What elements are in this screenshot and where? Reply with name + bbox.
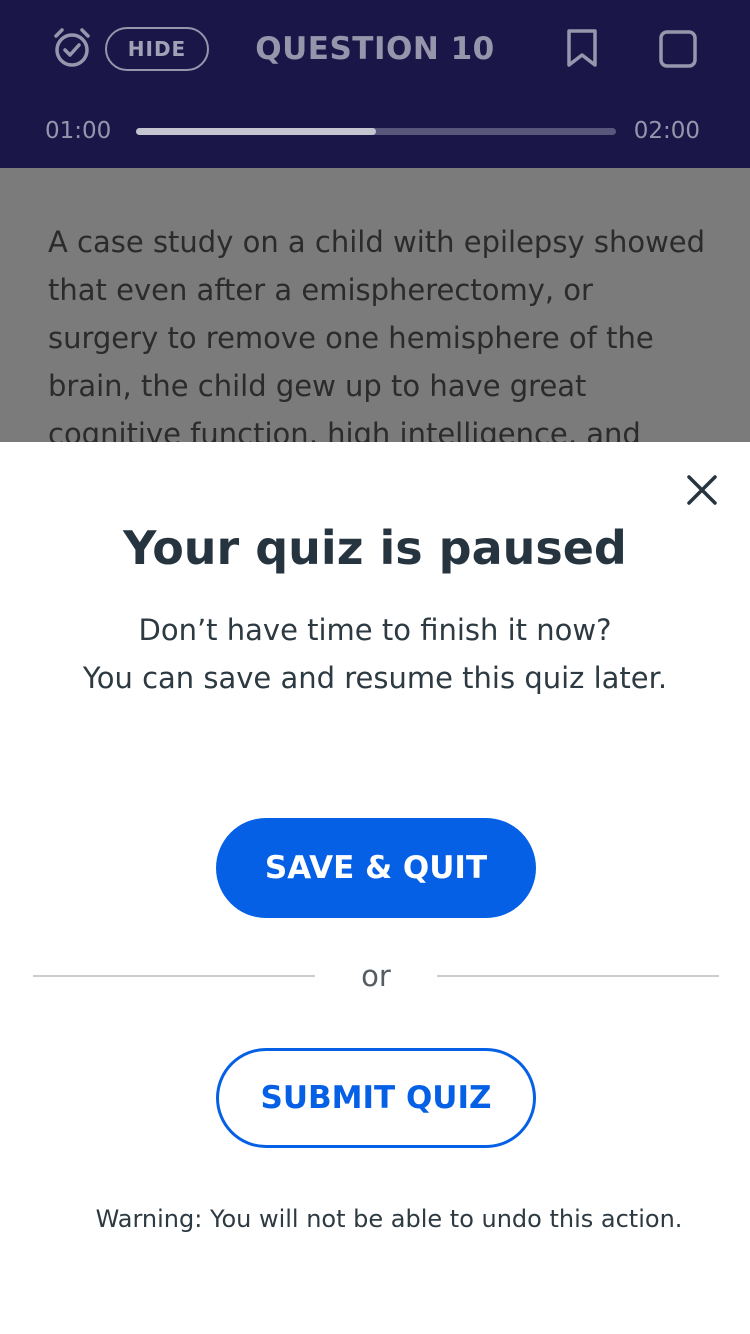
- time-elapsed: 01:00: [45, 118, 112, 144]
- quiz-header: HIDE QUESTION 10 01:00 02:00: [0, 0, 750, 168]
- question-title: QUESTION 10: [255, 31, 495, 67]
- divider-left: [33, 975, 315, 977]
- timer-progress-fill: [136, 128, 376, 135]
- modal-title: Your quiz is paused: [123, 521, 627, 575]
- modal-message-line-1: Don’t have time to finish it now?: [138, 613, 612, 647]
- close-icon: [687, 475, 717, 505]
- warning-text: Warning: You will not be able to undo th…: [95, 1205, 683, 1233]
- pause-modal: Your quiz is paused Don’t have time to f…: [0, 442, 750, 1334]
- question-overlay: A case study on a child with epilepsy sh…: [0, 168, 750, 442]
- square-icon[interactable]: [658, 29, 698, 69]
- close-button[interactable]: [680, 468, 724, 512]
- submit-quiz-button[interactable]: SUBMIT QUIZ: [216, 1048, 536, 1148]
- save-and-quit-button[interactable]: SAVE & QUIT: [216, 818, 536, 918]
- timer-progress-bar: [136, 128, 616, 135]
- modal-message-line-2: You can save and resume this quiz later.: [82, 661, 668, 695]
- alarm-check-icon[interactable]: [51, 27, 93, 69]
- bookmark-icon[interactable]: [565, 28, 599, 68]
- question-text: A case study on a child with epilepsy sh…: [48, 225, 706, 442]
- hide-timer-button[interactable]: HIDE: [105, 27, 209, 71]
- or-separator: or: [361, 959, 391, 993]
- time-total: 02:00: [633, 118, 700, 144]
- modal-message: Don’t have time to finish it now? You ca…: [0, 606, 750, 702]
- divider-right: [437, 975, 719, 977]
